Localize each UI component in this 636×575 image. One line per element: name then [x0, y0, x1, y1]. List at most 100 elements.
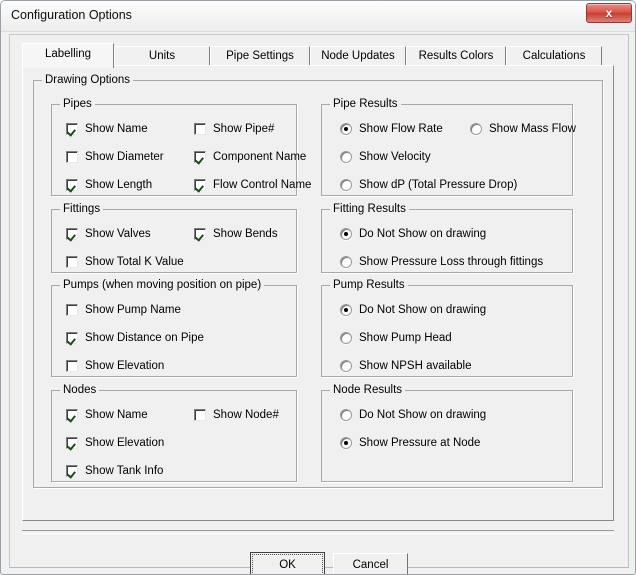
checkbox-box-icon[interactable] — [194, 179, 206, 191]
group-pump-results: Pump Results Do Not Show on drawing Show … — [321, 279, 573, 377]
option-label: Flow Control Name — [213, 179, 312, 191]
checkbox-box-icon[interactable] — [66, 465, 78, 477]
close-icon: x — [605, 6, 613, 20]
checkbox-box-icon[interactable] — [66, 151, 78, 163]
configuration-options-dialog: Configuration Options x Labelling Units Pi… — [0, 0, 636, 575]
radio-button-icon[interactable] — [340, 304, 352, 316]
group-node-results-legend: Node Results — [330, 384, 406, 396]
checkbox-nodes-show-elevation[interactable]: Show Elevation — [66, 437, 164, 449]
tab-labelling[interactable]: Labelling — [22, 43, 114, 68]
checkbox-box-icon[interactable] — [66, 228, 78, 240]
option-label: Component Name — [213, 151, 307, 163]
ok-button-label: OK — [252, 554, 323, 574]
group-pumps-legend: Pumps (when moving position on pipe) — [60, 279, 265, 291]
checkbox-nodes-show-node[interactable]: Show Node# — [194, 409, 279, 421]
group-fitting-results: Fitting Results Do Not Show on drawing Sh… — [321, 203, 573, 273]
checkbox-pipes-component-name[interactable]: Component Name — [194, 151, 306, 163]
close-button[interactable]: x — [586, 3, 632, 23]
window-title: Configuration Options — [11, 8, 132, 22]
option-label: Show Pump Head — [359, 332, 452, 344]
option-label: Show Mass Flow — [489, 123, 576, 135]
tab-pipe-settings[interactable]: Pipe Settings — [210, 46, 310, 66]
tab-units[interactable]: Units — [114, 46, 210, 66]
radio-pipe-results-show-velocity[interactable]: Show Velocity — [340, 151, 431, 163]
radio-fitting-results-do-not-show-on-drawing[interactable]: Do Not Show on drawing — [340, 228, 486, 240]
checkbox-box-icon[interactable] — [194, 409, 206, 421]
checkbox-box-icon[interactable] — [66, 409, 78, 421]
checkbox-pipes-show-diameter[interactable]: Show Diameter — [66, 151, 164, 163]
option-label: Show Pressure Loss through fittings — [359, 256, 544, 268]
checkbox-box-icon[interactable] — [66, 332, 78, 344]
radio-node-results-do-not-show-on-drawing[interactable]: Do Not Show on drawing — [340, 409, 486, 421]
checkbox-box-icon[interactable] — [194, 228, 206, 240]
group-fittings: Fittings Show Valves Show Bends Show Total… — [51, 203, 297, 273]
checkbox-pumps-show-pump-name[interactable]: Show Pump Name — [66, 304, 181, 316]
radio-button-icon[interactable] — [340, 409, 352, 421]
tab-strip: Labelling Units Pipe Settings Node Updates R… — [22, 43, 614, 68]
checkbox-box-icon[interactable] — [66, 179, 78, 191]
option-label: Show Length — [85, 179, 153, 191]
option-label: Show Name — [85, 123, 148, 135]
checkbox-box-icon[interactable] — [66, 304, 78, 316]
checkbox-pipes-show-pipe[interactable]: Show Pipe# — [194, 123, 274, 135]
option-label: Show Node# — [213, 409, 279, 421]
option-label: Show Name — [85, 409, 148, 421]
group-nodes: Nodes Show Name Show Node# Show Elevation S… — [51, 384, 297, 482]
radio-pump-results-do-not-show-on-drawing[interactable]: Do Not Show on drawing — [340, 304, 486, 316]
option-label: Show Pressure at Node — [359, 437, 481, 449]
checkbox-fittings-show-valves[interactable]: Show Valves — [66, 228, 151, 240]
radio-button-icon[interactable] — [340, 123, 352, 135]
cancel-button[interactable]: Cancel — [333, 553, 408, 574]
checkbox-box-icon[interactable] — [194, 123, 206, 135]
radio-fitting-results-show-pressure-loss-through-fittings[interactable]: Show Pressure Loss through fittings — [340, 256, 543, 268]
checkbox-pipes-show-length[interactable]: Show Length — [66, 179, 152, 191]
radio-button-icon[interactable] — [340, 332, 352, 344]
title-bar: Configuration Options x — [1, 1, 635, 32]
tab-results-colors[interactable]: Results Colors — [406, 46, 506, 66]
option-label: Show Distance on Pipe — [85, 332, 204, 344]
group-nodes-legend: Nodes — [60, 384, 100, 396]
radio-button-icon[interactable] — [340, 179, 352, 191]
option-label: Do Not Show on drawing — [359, 409, 487, 421]
option-label: Show Total K Value — [85, 256, 184, 268]
radio-button-icon[interactable] — [470, 123, 482, 135]
tab-node-updates[interactable]: Node Updates — [310, 46, 406, 66]
checkbox-nodes-show-tank-info[interactable]: Show Tank Info — [66, 465, 163, 477]
group-node-results: Node Results Do Not Show on drawing Show … — [321, 384, 573, 482]
checkbox-box-icon[interactable] — [194, 151, 206, 163]
checkbox-nodes-show-name[interactable]: Show Name — [66, 409, 148, 421]
option-label: Show Flow Rate — [359, 123, 443, 135]
radio-button-icon[interactable] — [340, 437, 352, 449]
checkbox-box-icon[interactable] — [66, 256, 78, 268]
option-label: Show Tank Info — [85, 465, 164, 477]
checkbox-pipes-show-name[interactable]: Show Name — [66, 123, 148, 135]
radio-pipe-results-show-dp-total-pressure-drop[interactable]: Show dP (Total Pressure Drop) — [340, 179, 517, 191]
option-label: Show Velocity — [359, 151, 431, 163]
tab-page-labelling: Drawing Options Pipes Show Name Show Pipe… — [22, 65, 614, 521]
radio-button-icon[interactable] — [340, 228, 352, 240]
checkbox-pumps-show-distance-on-pipe[interactable]: Show Distance on Pipe — [66, 332, 204, 344]
checkbox-box-icon[interactable] — [66, 360, 78, 372]
ok-button[interactable]: OK — [250, 552, 325, 574]
checkbox-pumps-show-elevation[interactable]: Show Elevation — [66, 360, 164, 372]
radio-button-icon[interactable] — [340, 256, 352, 268]
radio-pump-results-show-pump-head[interactable]: Show Pump Head — [340, 332, 452, 344]
group-pump-results-legend: Pump Results — [330, 279, 408, 291]
radio-button-icon[interactable] — [340, 151, 352, 163]
group-fittings-legend: Fittings — [60, 203, 104, 215]
checkbox-box-icon[interactable] — [66, 437, 78, 449]
option-label: Show Bends — [213, 228, 278, 240]
radio-node-results-show-pressure-at-node[interactable]: Show Pressure at Node — [340, 437, 480, 449]
radio-pipe-results-show-mass-flow[interactable]: Show Mass Flow — [470, 123, 576, 135]
dialog-client-area: Labelling Units Pipe Settings Node Updates R… — [9, 34, 629, 574]
checkbox-pipes-flow-control-name[interactable]: Flow Control Name — [194, 179, 311, 191]
checkbox-box-icon[interactable] — [66, 123, 78, 135]
radio-pipe-results-show-flow-rate[interactable]: Show Flow Rate — [340, 123, 443, 135]
group-drawing-options-legend: Drawing Options — [42, 74, 134, 86]
checkbox-fittings-show-bends[interactable]: Show Bends — [194, 228, 278, 240]
radio-pump-results-show-npsh-available[interactable]: Show NPSH available — [340, 360, 472, 372]
footer-separator — [22, 530, 614, 534]
tab-calculations[interactable]: Calculations — [506, 46, 602, 66]
radio-button-icon[interactable] — [340, 360, 352, 372]
checkbox-fittings-show-total-k-value[interactable]: Show Total K Value — [66, 256, 184, 268]
